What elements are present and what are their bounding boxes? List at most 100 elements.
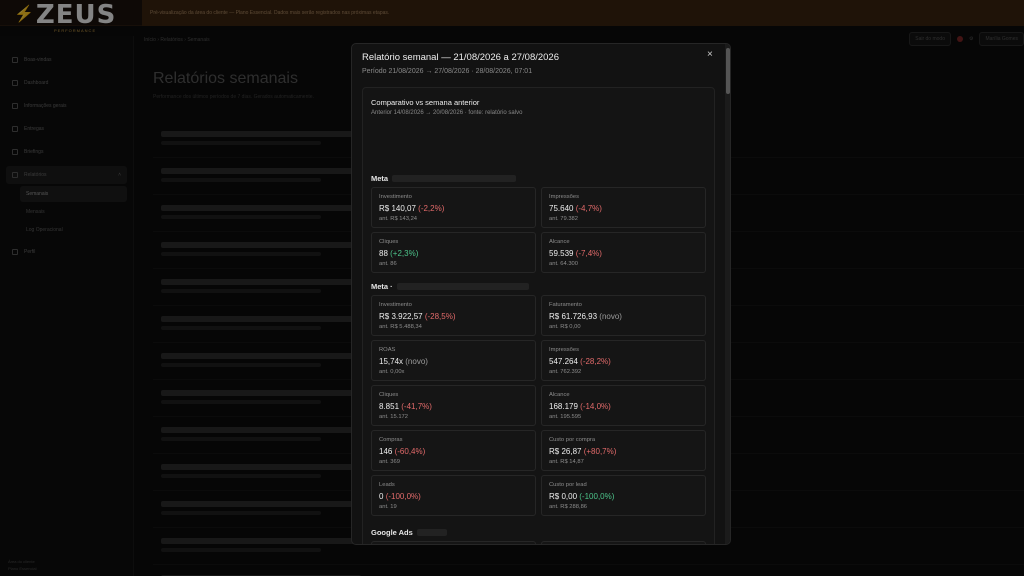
metric-card: Investimento R$ 3.922,57 (-28,5%) ant. R$ … (371, 295, 536, 336)
metric-previous: ant. 195.595 (549, 414, 582, 420)
metric-delta: (+80,7%) (583, 447, 617, 456)
metric-card: Alcance 59.539 (-7,4%) ant. 64.300 (541, 232, 706, 273)
metric-label: Faturamento (549, 302, 582, 308)
metric-value-line: R$ 61.726,93 (novo) (549, 312, 622, 321)
metric-delta: (-100,0%) (385, 492, 421, 501)
metric-value-line: 59.539 (-7,4%) (549, 249, 602, 258)
metric-label: Impressões (549, 194, 579, 200)
scrollbar-thumb[interactable] (726, 48, 730, 94)
metric-value: 0 (379, 492, 384, 501)
comparison-title: Comparativo vs semana anterior (371, 98, 480, 107)
metric-value: R$ 140,07 (379, 204, 416, 213)
metric-value: 168.179 (549, 402, 578, 411)
metric-value: 88 (379, 249, 388, 258)
metric-value-line: R$ 140,07 (-2,2%) (379, 204, 444, 213)
comparison-subtitle: Anterior 14/08/2026 → 20/08/2026 · fonte… (371, 110, 523, 116)
metric-value: 547.264 (549, 357, 578, 366)
metric-card: Leads 0 (-100,0%) ant. 19 (371, 475, 536, 516)
metric-value-line: R$ 3.922,57 (-28,5%) (379, 312, 456, 321)
app: Pré-visualização da área do cliente — Pl… (0, 0, 1024, 576)
metric-delta: (-2,2%) (418, 204, 445, 213)
metric-value-line: 8.851 (-41,7%) (379, 402, 432, 411)
metric-previous: ant. R$ 5.488,34 (379, 324, 422, 330)
metric-label: Custo por compra (549, 437, 596, 443)
metric-value: 8.851 (379, 402, 400, 411)
metric-value: R$ 0,00 (549, 492, 578, 501)
platform-section-title: Meta (371, 174, 517, 183)
metric-value: 59.539 (549, 249, 574, 258)
metric-label: Cliques (379, 239, 399, 245)
metric-previous: ant. 79.382 (549, 216, 579, 222)
metric-label: ROAS (379, 347, 396, 353)
metric-card: Faturamento R$ 61.726,93 (novo) ant. R$ 0,… (541, 295, 706, 336)
metric-delta: (+2,3%) (390, 249, 419, 258)
metric-value-line: R$ 0,00 (-100,0%) (549, 492, 614, 501)
metric-delta: (-14,0%) (580, 402, 611, 411)
metric-previous: ant. 86 (379, 261, 397, 267)
metric-delta: (-28,2%) (580, 357, 611, 366)
metric-value: R$ 61.726,93 (549, 312, 598, 321)
metric-value-line: 15,74x (novo) (379, 357, 428, 366)
comparison-panel: Comparativo vs semana anterior Anterior … (362, 87, 715, 544)
metric-value: R$ 26,87 (549, 447, 582, 456)
platform-section-title: Meta · (371, 282, 529, 291)
metric-card: Cliques 8.851 (-41,7%) ant. 15.172 (371, 385, 536, 426)
redacted-account-name (392, 175, 517, 182)
metric-card: Cliques 88 (+2,3%) ant. 86 (371, 232, 536, 273)
report-modal: Relatório semanal — 21/08/2026 a 27/08/2… (351, 43, 731, 545)
metric-card: Impressões 75.640 (-4,7%) ant. 79.382 (541, 187, 706, 228)
section-name: Google Ads (371, 528, 413, 537)
metric-delta: (-28,5%) (424, 312, 456, 321)
metric-label: Custo por lead (549, 482, 587, 488)
metric-card: InvestimentoR$ 881,11 (-6,2%)ant. R$ 939… (371, 541, 536, 544)
metric-delta: (-100,0%) (579, 492, 615, 501)
metric-delta: (-7,4%) (575, 249, 602, 258)
close-icon[interactable]: × (707, 49, 713, 60)
metric-value-line: 0 (-100,0%) (379, 492, 421, 501)
redacted-account-name (416, 529, 447, 536)
metric-value: 75.640 (549, 204, 574, 213)
metric-delta: (-60,4%) (394, 447, 426, 456)
metric-value-line: 75.640 (-4,7%) (549, 204, 602, 213)
metric-previous: ant. R$ 0,00 (549, 324, 581, 330)
metric-previous: ant. R$ 288,86 (549, 504, 588, 510)
section-name: Meta (371, 174, 389, 183)
metric-delta: (-41,7%) (401, 402, 432, 411)
metric-label: Investimento (379, 302, 412, 308)
metric-value-line: 146 (-60,4%) (379, 447, 425, 456)
metric-label: Cliques (379, 392, 399, 398)
metric-value-line: 547.264 (-28,2%) (549, 357, 611, 366)
metric-card: Alcance 168.179 (-14,0%) ant. 195.595 (541, 385, 706, 426)
metric-value: 146 (379, 447, 393, 456)
metric-card: ROAS 15,74x (novo) ant. 0,00x (371, 340, 536, 381)
metric-previous: ant. 0,00x (379, 369, 405, 375)
metric-card: Compras 146 (-60,4%) ant. 369 (371, 430, 536, 471)
metric-previous: ant. 15.172 (379, 414, 409, 420)
modal-scrollbar[interactable] (725, 44, 730, 544)
platform-section-title: Google Ads (371, 528, 447, 537)
modal-title: Relatório semanal — 21/08/2026 a 27/08/2… (362, 52, 559, 63)
metric-card: FaturamentoR$ 16,00 (novo)ant. R$ 0,00 (541, 541, 706, 544)
metric-value: R$ 3.922,57 (379, 312, 423, 321)
metric-label: Compras (379, 437, 403, 443)
metric-delta: (novo) (599, 312, 622, 321)
metric-label: Alcance (549, 392, 570, 398)
metric-label: Alcance (549, 239, 570, 245)
modal-subtitle: Período 21/08/2026 → 27/08/2026 · 28/08/… (362, 68, 533, 75)
metric-value-line: R$ 26,87 (+80,7%) (549, 447, 616, 456)
metric-previous: ant. 369 (379, 459, 400, 465)
metric-card: Investimento R$ 140,07 (-2,2%) ant. R$ 143… (371, 187, 536, 228)
metric-label: Investimento (379, 194, 412, 200)
metric-card: Custo por lead R$ 0,00 (-100,0%) ant. R$ 2… (541, 475, 706, 516)
metric-label: Leads (379, 482, 395, 488)
metric-previous: ant. 64.300 (549, 261, 579, 267)
metric-delta: (novo) (405, 357, 428, 366)
metric-card: Impressões 547.264 (-28,2%) ant. 762.392 (541, 340, 706, 381)
redacted-account-name (396, 283, 529, 290)
metric-previous: ant. 762.392 (549, 369, 582, 375)
metric-previous: ant. R$ 143,24 (379, 216, 418, 222)
metric-value: 15,74x (379, 357, 404, 366)
metric-value-line: 168.179 (-14,0%) (549, 402, 611, 411)
section-name: Meta · (371, 282, 393, 291)
metric-previous: ant. 19 (379, 504, 397, 510)
